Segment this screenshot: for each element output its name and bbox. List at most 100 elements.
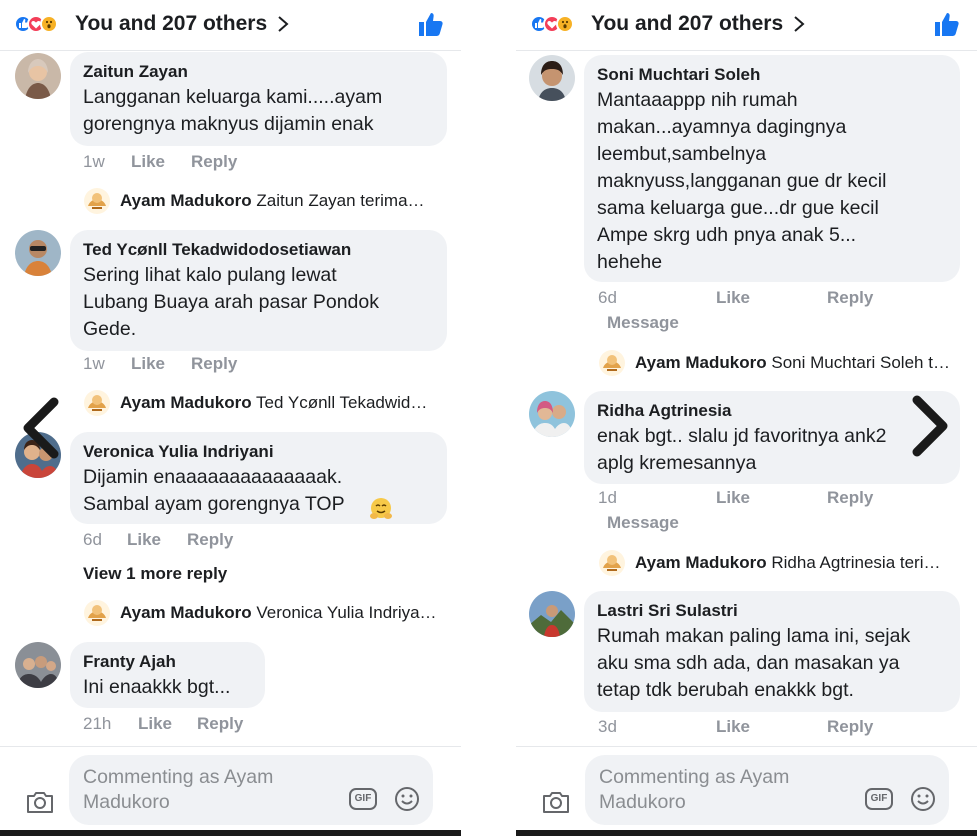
- page-avatar: [599, 550, 625, 576]
- like-button[interactable]: Like: [138, 714, 172, 734]
- panel-bottom-bar: [516, 830, 977, 836]
- reply-snippet: Veronica Yulia Indriya…: [256, 603, 437, 622]
- comment-input-placeholder: Commenting as Ayam Madukoro: [83, 766, 274, 813]
- page-avatar: [84, 188, 110, 214]
- page-avatar: [599, 350, 625, 376]
- comment-time: 1w: [83, 152, 105, 171]
- reply-preview-text: Ayam Madukoro Soni Muchtari Soleh t…: [635, 351, 950, 375]
- chevron-right-icon: [278, 16, 289, 32]
- reply-preview[interactable]: Ayam Madukoro Soni Muchtari Soleh t…: [599, 348, 969, 378]
- comments-panel-right: You and 207 others Soni Muchtari Soleh M…: [516, 0, 977, 836]
- comment-time: 21h: [83, 714, 112, 733]
- message-button[interactable]: Message: [607, 513, 679, 533]
- comment-text: Ini enaakkk bgt...: [83, 676, 231, 698]
- page-avatar: [84, 600, 110, 626]
- panel-bottom-bar: [0, 830, 461, 836]
- message-button[interactable]: Message: [607, 313, 679, 333]
- comment-input[interactable]: Commenting as Ayam Madukoro GIF: [69, 755, 433, 825]
- comment-author[interactable]: Veronica Yulia Indriyani: [83, 441, 433, 463]
- wow-reaction-icon: [40, 15, 58, 33]
- comment-time: 1d: [598, 488, 617, 507]
- like-button[interactable]: Like: [127, 530, 161, 550]
- reaction-icons: [530, 12, 590, 36]
- reply-preview[interactable]: Ayam Madukoro Ted Ycønll Tekadwid…: [84, 388, 454, 418]
- camera-icon[interactable]: [541, 789, 571, 815]
- arrow-right-icon[interactable]: [909, 394, 953, 458]
- reply-author[interactable]: Ayam Madukoro: [120, 393, 252, 412]
- comment-author[interactable]: Soni Muchtari Soleh: [597, 64, 946, 86]
- avatar[interactable]: [529, 55, 575, 101]
- reactions-summary[interactable]: You and 207 others: [75, 12, 267, 36]
- reactions-header[interactable]: You and 207 others: [516, 0, 977, 51]
- reply-button[interactable]: Reply: [827, 488, 873, 508]
- reply-button[interactable]: Reply: [187, 530, 233, 550]
- reply-preview-text: Ayam Madukoro Ridha Agtrinesia teri…: [635, 551, 941, 575]
- reply-preview-text: Ayam Madukoro Veronica Yulia Indriya…: [120, 601, 437, 625]
- emoji-icon[interactable]: [909, 785, 937, 813]
- gif-icon[interactable]: GIF: [349, 788, 377, 810]
- reply-button[interactable]: Reply: [197, 714, 243, 734]
- like-button[interactable]: Like: [131, 354, 165, 374]
- chevron-right-icon: [794, 16, 805, 32]
- comment-bubble[interactable]: Ted Ycønll Tekadwidodosetiawan Sering li…: [70, 230, 447, 351]
- comment-bubble[interactable]: Soni Muchtari Soleh Mantaaappp nih rumah…: [584, 55, 960, 282]
- comment-time: 1w: [83, 354, 105, 373]
- avatar[interactable]: [15, 53, 61, 99]
- comment-time: 3d: [598, 717, 617, 736]
- reactions-summary[interactable]: You and 207 others: [591, 12, 783, 36]
- reply-preview[interactable]: Ayam Madukoro Zaitun Zayan terima…: [84, 186, 454, 216]
- thumbs-up-icon[interactable]: [417, 11, 445, 39]
- comment-author[interactable]: Ridha Agtrinesia: [597, 400, 946, 422]
- like-button[interactable]: Like: [716, 288, 750, 308]
- like-button[interactable]: Like: [716, 488, 750, 508]
- comment-composer: Commenting as Ayam Madukoro GIF: [516, 746, 977, 831]
- view-more-replies-button[interactable]: View 1 more reply: [83, 564, 227, 584]
- arrow-left-icon[interactable]: [18, 396, 62, 460]
- emoji-icon[interactable]: [393, 785, 421, 813]
- reply-preview[interactable]: Ayam Madukoro Veronica Yulia Indriya…: [84, 598, 454, 628]
- avatar[interactable]: [529, 591, 575, 637]
- reply-snippet: Zaitun Zayan terima…: [256, 191, 425, 210]
- comment-text-content: Dijamin enaaaaaaaaaaaaaak. Sambal ayam g…: [83, 466, 345, 515]
- comment-author[interactable]: Ted Ycønll Tekadwidodosetiawan: [83, 239, 433, 261]
- camera-icon[interactable]: [25, 789, 55, 815]
- reply-author[interactable]: Ayam Madukoro: [120, 191, 252, 210]
- comment-bubble[interactable]: Veronica Yulia Indriyani Dijamin enaaaaa…: [70, 432, 447, 524]
- like-button[interactable]: Like: [131, 152, 165, 172]
- like-button[interactable]: Like: [716, 717, 750, 737]
- comment-input-placeholder: Commenting as Ayam Madukoro: [599, 766, 790, 813]
- reaction-icons: [14, 12, 74, 36]
- avatar[interactable]: [15, 642, 61, 688]
- comment-bubble[interactable]: Ridha Agtrinesia enak bgt.. slalu jd fav…: [584, 391, 960, 484]
- avatar[interactable]: [15, 230, 61, 276]
- reply-preview-text: Ayam Madukoro Zaitun Zayan terima…: [120, 189, 425, 213]
- comment-bubble[interactable]: Lastri Sri Sulastri Rumah makan paling l…: [584, 591, 960, 712]
- reply-author[interactable]: Ayam Madukoro: [635, 553, 767, 572]
- avatar[interactable]: [529, 391, 575, 437]
- reply-snippet: Ted Ycønll Tekadwid…: [256, 393, 428, 412]
- comment-author[interactable]: Zaitun Zayan: [83, 61, 433, 83]
- comment-bubble[interactable]: Franty Ajah Ini enaakkk bgt...: [70, 642, 265, 708]
- comment-text: Dijamin enaaaaaaaaaaaaaak. Sambal ayam g…: [83, 464, 433, 519]
- reply-preview-text: Ayam Madukoro Ted Ycønll Tekadwid…: [120, 391, 427, 415]
- reply-button[interactable]: Reply: [191, 152, 237, 172]
- comment-bubble[interactable]: Zaitun Zayan Langganan keluarga kami....…: [70, 52, 447, 146]
- page-avatar: [84, 390, 110, 416]
- reply-preview[interactable]: Ayam Madukoro Ridha Agtrinesia teri…: [599, 548, 969, 578]
- reply-button[interactable]: Reply: [827, 288, 873, 308]
- reply-button[interactable]: Reply: [191, 354, 237, 374]
- reply-author[interactable]: Ayam Madukoro: [120, 603, 252, 622]
- comment-text: Rumah makan paling lama ini, sejak aku s…: [597, 625, 911, 701]
- comment-text: Mantaaappp nih rumah makan...ayamnya dag…: [597, 89, 887, 273]
- comment-time: 6d: [598, 288, 617, 307]
- reply-author[interactable]: Ayam Madukoro: [635, 353, 767, 372]
- thumbs-up-icon[interactable]: [933, 11, 961, 39]
- comment-author[interactable]: Lastri Sri Sulastri: [597, 600, 946, 622]
- comment-input[interactable]: Commenting as Ayam Madukoro GIF: [585, 755, 949, 825]
- reply-button[interactable]: Reply: [827, 717, 873, 737]
- comment-author[interactable]: Franty Ajah: [83, 651, 251, 673]
- reactions-header[interactable]: You and 207 others: [0, 0, 461, 51]
- gif-icon[interactable]: GIF: [865, 788, 893, 810]
- wow-reaction-icon: [556, 15, 574, 33]
- comments-panel-left: You and 207 others Zaitun Zayan Langgana…: [0, 0, 461, 836]
